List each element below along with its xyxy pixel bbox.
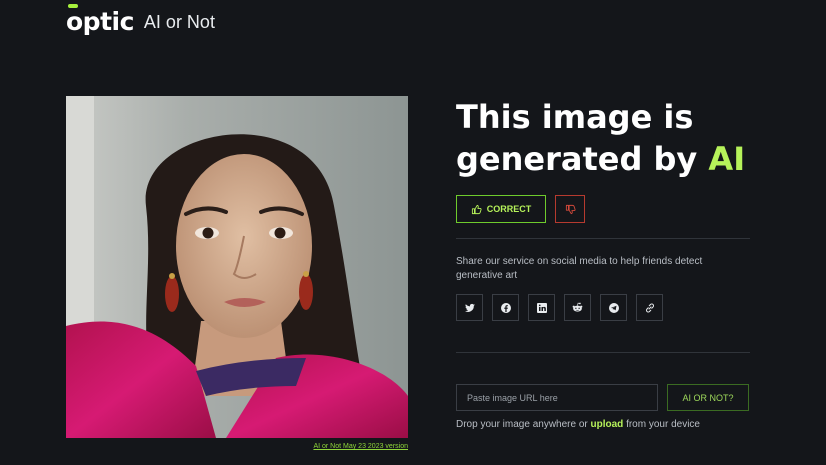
result-title-text: This image is generated by	[456, 98, 709, 178]
portrait-illustration	[66, 96, 408, 438]
share-reddit-button[interactable]	[564, 294, 591, 321]
ai-or-not-button[interactable]: AI OR NOT?	[667, 384, 749, 411]
correct-button-label: CORRECT	[486, 204, 532, 214]
section-divider	[456, 238, 750, 239]
telegram-icon	[608, 302, 619, 313]
share-telegram-button[interactable]	[600, 294, 627, 321]
model-version-link[interactable]: AI or Not May 23 2023 version	[313, 443, 408, 450]
share-linkedin-button[interactable]	[528, 294, 555, 321]
brand-header[interactable]: optic AI or Not	[66, 4, 215, 36]
social-share-buttons	[456, 294, 663, 321]
facebook-icon	[500, 302, 511, 313]
reddit-icon	[572, 302, 583, 312]
section-divider	[456, 352, 750, 353]
drop-text-prefix: Drop your image anywhere or	[456, 419, 591, 430]
thumbs-up-icon	[471, 204, 482, 214]
share-facebook-button[interactable]	[492, 294, 519, 321]
linkedin-icon	[536, 302, 547, 313]
analyzed-image	[66, 96, 408, 438]
copy-link-button[interactable]	[636, 294, 663, 321]
upload-link[interactable]: upload	[591, 419, 624, 430]
link-icon	[645, 303, 654, 312]
share-twitter-button[interactable]	[456, 294, 483, 321]
drop-instructions: Drop your image anywhere or upload from …	[456, 419, 700, 430]
correct-button[interactable]: CORRECT	[456, 195, 546, 223]
share-text: Share our service on social media to hel…	[456, 256, 703, 281]
page: optic AI or Not AI or Not May 23 2023 ve…	[0, 0, 826, 465]
logo-text: optic	[66, 7, 134, 36]
result-verdict: AI	[708, 140, 746, 178]
drop-text-suffix: from your device	[623, 419, 700, 430]
optic-logo[interactable]: optic	[66, 4, 134, 36]
logo-accent-mark	[68, 4, 78, 8]
app-name: AI or Not	[143, 11, 215, 32]
result-title: This image is generated by AI	[456, 96, 786, 180]
thumbs-down-icon	[565, 204, 576, 214]
image-url-input[interactable]	[456, 384, 658, 411]
twitter-icon	[464, 303, 475, 312]
incorrect-button[interactable]	[555, 195, 585, 223]
